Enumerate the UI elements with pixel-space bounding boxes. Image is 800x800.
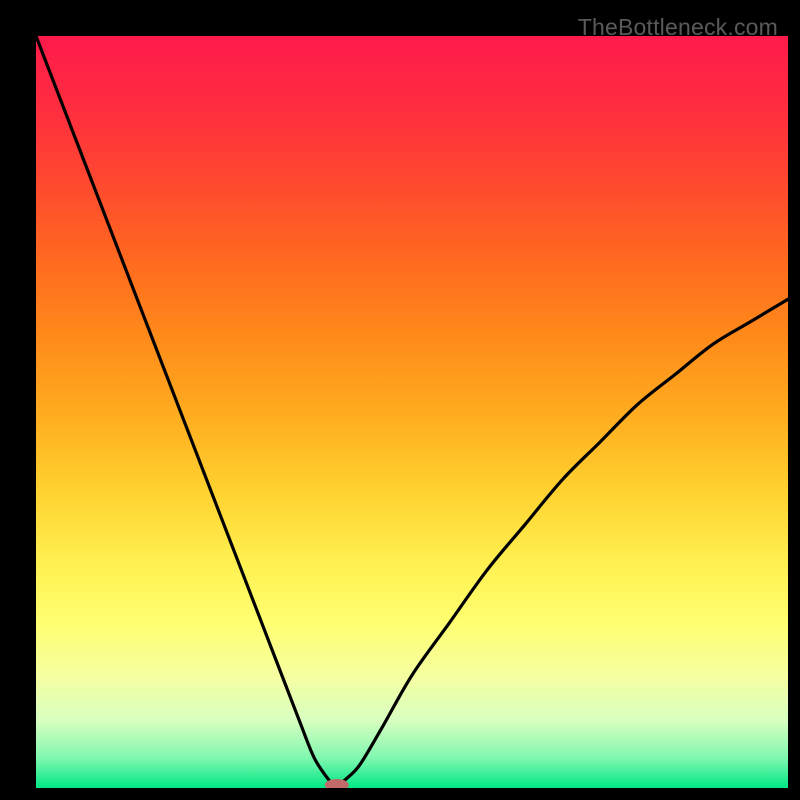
outer-frame: TheBottleneck.com bbox=[12, 12, 788, 788]
chart-svg bbox=[36, 36, 788, 788]
chart-area bbox=[36, 36, 788, 788]
